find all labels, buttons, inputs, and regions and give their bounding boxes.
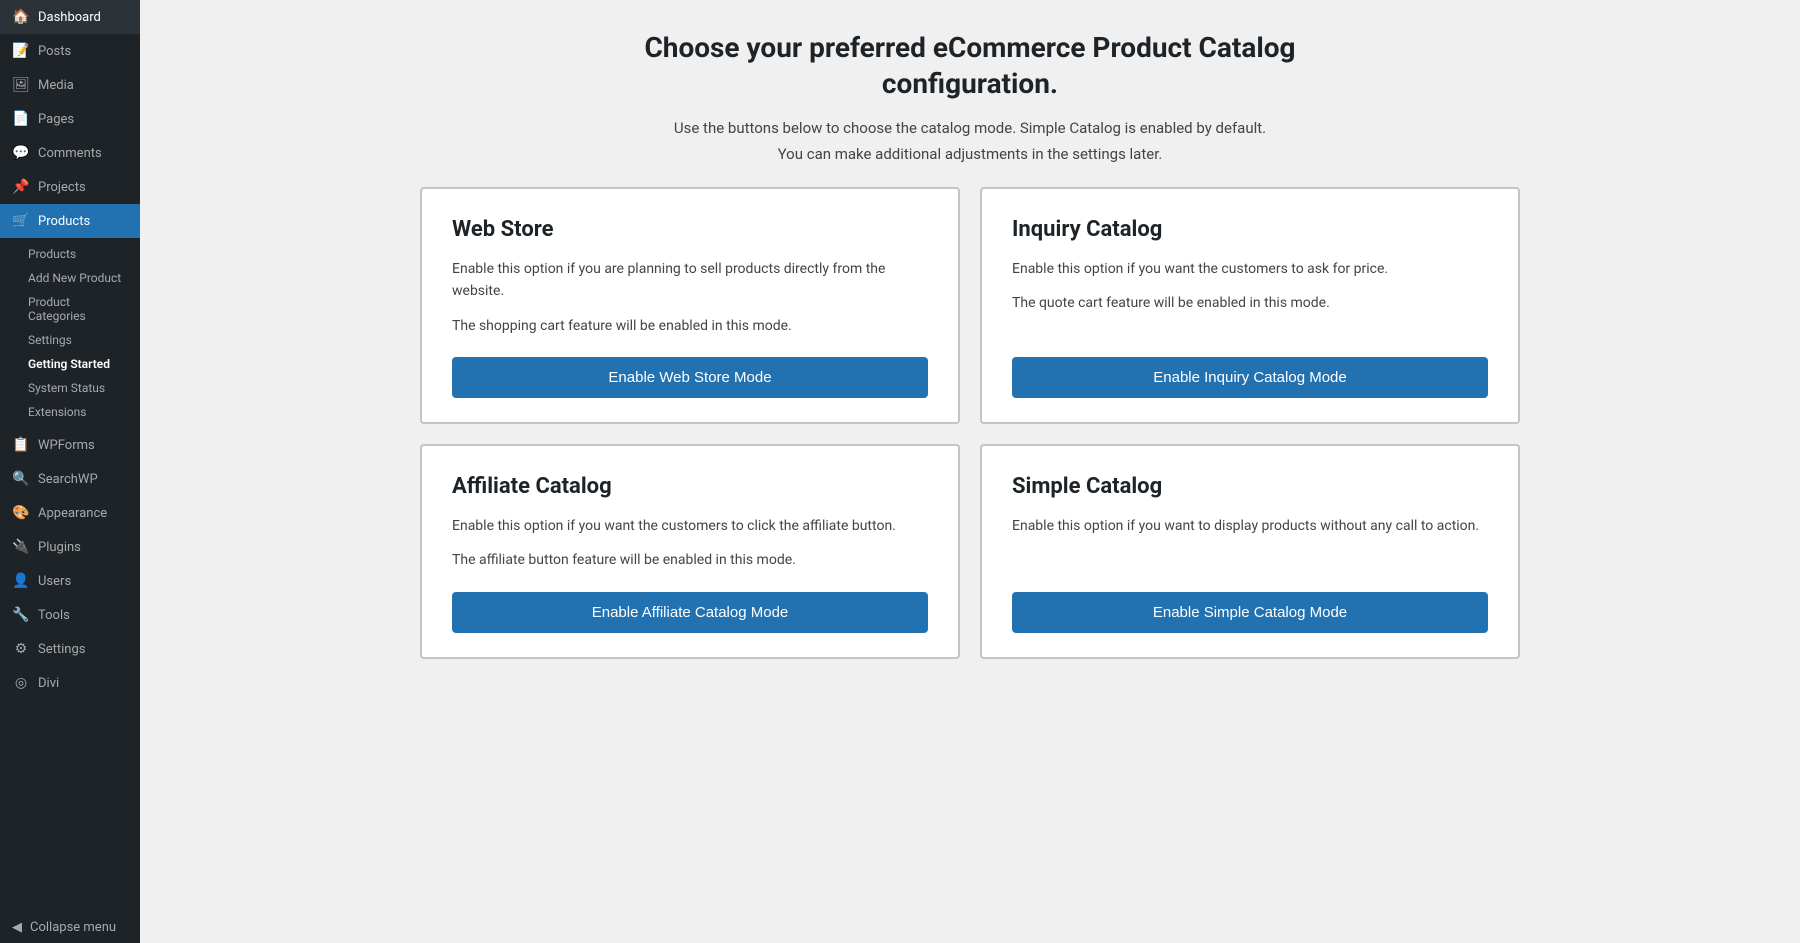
page-note: You can make additional adjustments in t… [180,145,1760,163]
posts-icon: 📝 [12,42,30,60]
divi-icon: ◎ [12,674,30,692]
submenu-getting-started[interactable]: Getting Started [0,352,140,376]
projects-icon: 📌 [12,178,30,196]
pages-icon: 📄 [12,110,30,128]
users-icon: 👤 [12,572,30,590]
sidebar-item-dashboard[interactable]: 🏠 Dashboard [0,0,140,34]
sidebar-item-projects[interactable]: 📌 Projects [0,170,140,204]
enable-web-store-button[interactable]: Enable Web Store Mode [452,357,928,398]
collapse-icon: ◀ [12,920,22,935]
sidebar-item-divi[interactable]: ◎ Divi [0,666,140,700]
sidebar-item-plugins[interactable]: 🔌 Plugins [0,530,140,564]
inquiry-catalog-card: Inquiry Catalog Enable this option if yo… [980,187,1520,424]
submenu-product-categories[interactable]: Product Categories [0,290,140,328]
sidebar-item-users[interactable]: 👤 Users [0,564,140,598]
sidebar-item-appearance[interactable]: 🎨 Appearance [0,496,140,530]
comments-icon: 💬 [12,144,30,162]
searchwp-icon: 🔍 [12,470,30,488]
enable-affiliate-catalog-button[interactable]: Enable Affiliate Catalog Mode [452,592,928,633]
web-store-card: Web Store Enable this option if you are … [420,187,960,424]
simple-catalog-card: Simple Catalog Enable this option if you… [980,444,1520,659]
sidebar-item-pages[interactable]: 📄 Pages [0,102,140,136]
collapse-menu-button[interactable]: ◀ Collapse menu [0,912,140,943]
dashboard-icon: 🏠 [12,8,30,26]
catalog-cards-grid: Web Store Enable this option if you are … [420,187,1520,659]
simple-catalog-title: Simple Catalog [1012,474,1488,499]
page-title: Choose your preferred eCommerce Product … [180,30,1760,103]
enable-simple-catalog-button[interactable]: Enable Simple Catalog Mode [1012,592,1488,633]
submenu-extensions[interactable]: Extensions [0,400,140,424]
sidebar: 🏠 Dashboard 📝 Posts 🖼 Media 📄 Pages 💬 Co… [0,0,140,943]
sidebar-item-wpforms[interactable]: 📋 WPForms [0,428,140,462]
affiliate-catalog-desc1: Enable this option if you want the custo… [452,515,928,537]
inquiry-catalog-desc1: Enable this option if you want the custo… [1012,258,1488,280]
settings-icon: ⚙ [12,640,30,658]
submenu-add-new-product[interactable]: Add New Product [0,266,140,290]
inquiry-catalog-desc2: The quote cart feature will be enabled i… [1012,292,1488,314]
sidebar-item-settings[interactable]: ⚙ Settings [0,632,140,666]
sidebar-item-posts[interactable]: 📝 Posts [0,34,140,68]
products-icon: 🛒 [12,212,30,230]
affiliate-catalog-title: Affiliate Catalog [452,474,928,499]
tools-icon: 🔧 [12,606,30,624]
sidebar-item-searchwp[interactable]: 🔍 SearchWP [0,462,140,496]
products-submenu: Products Add New Product Product Categor… [0,238,140,428]
enable-inquiry-catalog-button[interactable]: Enable Inquiry Catalog Mode [1012,357,1488,398]
page-subtitle: Use the buttons below to choose the cata… [180,119,1760,137]
submenu-system-status[interactable]: System Status [0,376,140,400]
media-icon: 🖼 [12,76,30,94]
simple-catalog-desc1: Enable this option if you want to displa… [1012,515,1488,537]
web-store-desc2: The shopping cart feature will be enable… [452,315,928,337]
sidebar-item-comments[interactable]: 💬 Comments [0,136,140,170]
affiliate-catalog-desc2: The affiliate button feature will be ena… [452,549,928,571]
page-header: Choose your preferred eCommerce Product … [180,30,1760,163]
submenu-products[interactable]: Products [0,242,140,266]
main-content: Choose your preferred eCommerce Product … [140,0,1800,943]
submenu-settings[interactable]: Settings [0,328,140,352]
sidebar-item-tools[interactable]: 🔧 Tools [0,598,140,632]
affiliate-catalog-card: Affiliate Catalog Enable this option if … [420,444,960,659]
wpforms-icon: 📋 [12,436,30,454]
web-store-title: Web Store [452,217,928,242]
web-store-desc1: Enable this option if you are planning t… [452,258,928,303]
plugins-icon: 🔌 [12,538,30,556]
sidebar-item-media[interactable]: 🖼 Media [0,68,140,102]
inquiry-catalog-title: Inquiry Catalog [1012,217,1488,242]
sidebar-item-products[interactable]: 🛒 Products [0,204,140,238]
appearance-icon: 🎨 [12,504,30,522]
